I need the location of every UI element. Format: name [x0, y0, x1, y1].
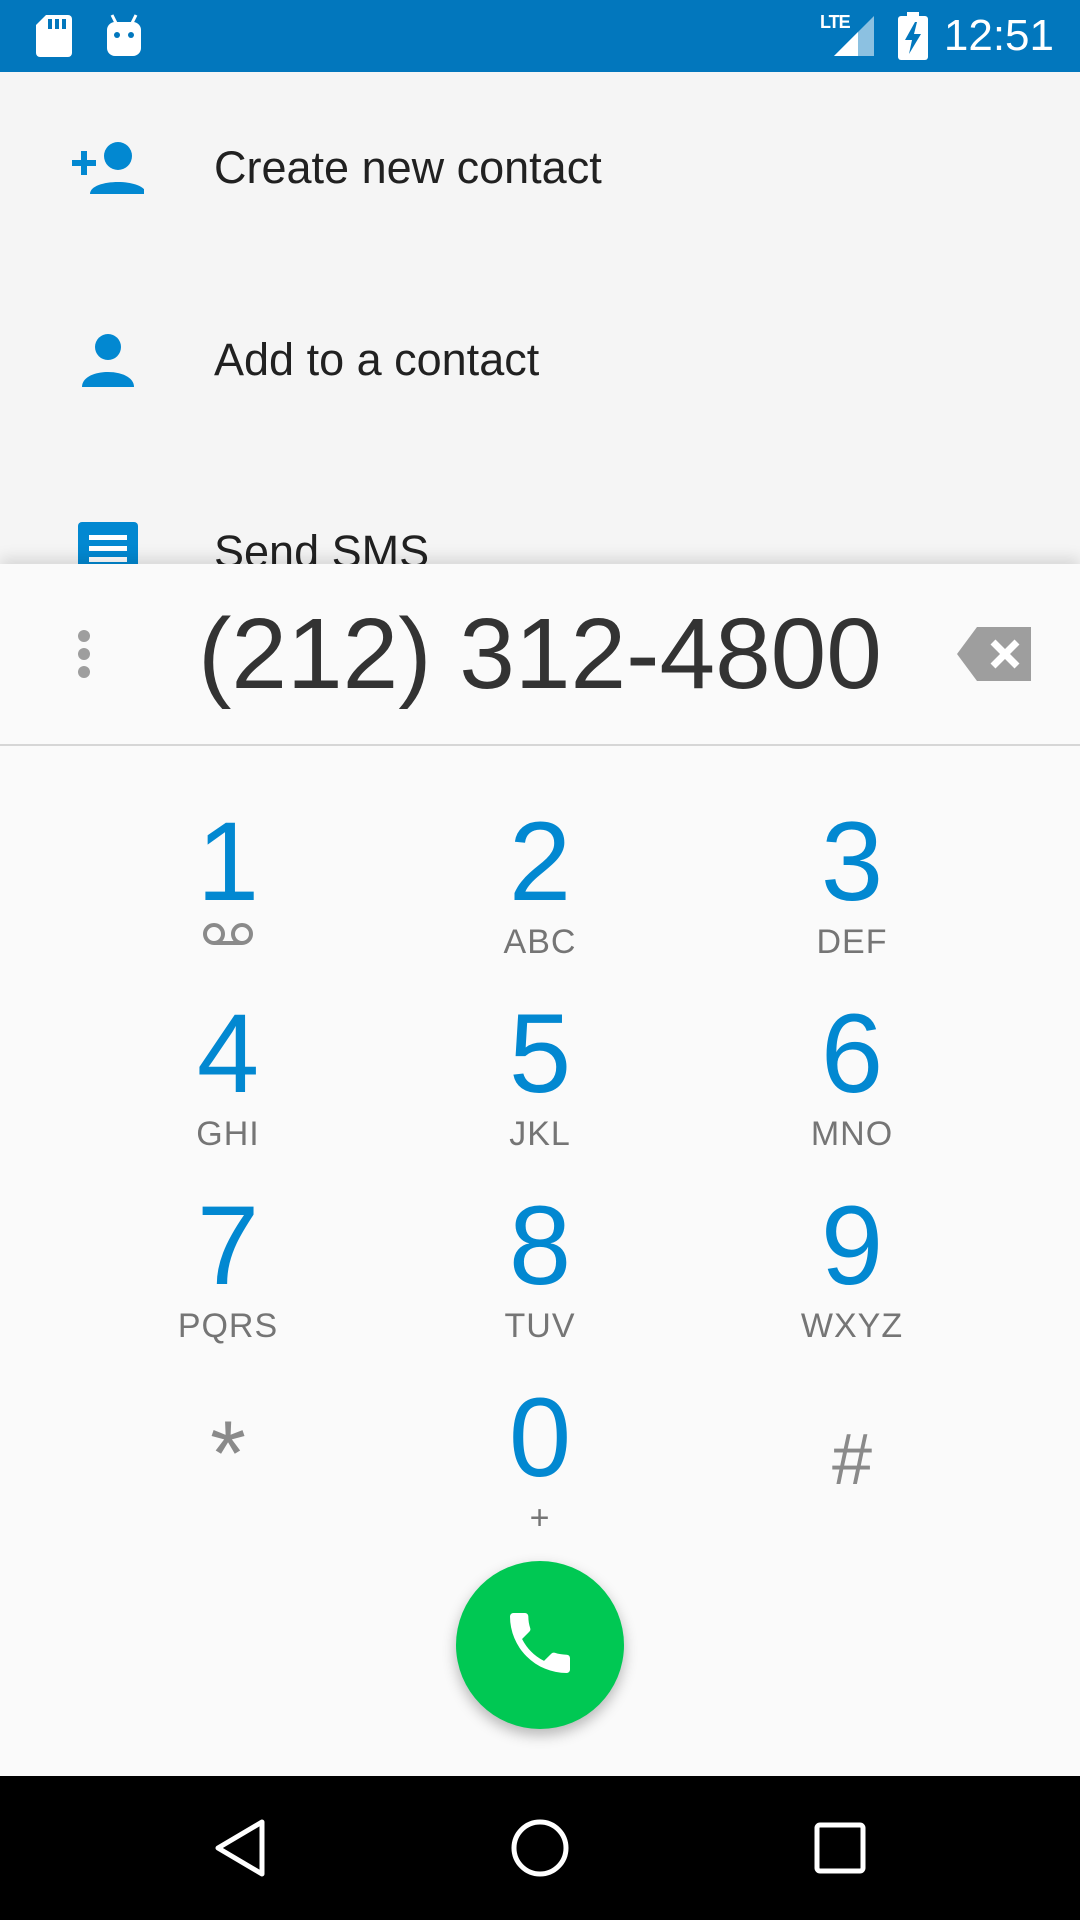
overflow-menu-icon[interactable] — [56, 624, 112, 684]
add-to-contact-item[interactable]: Add to a contact — [0, 264, 1080, 456]
key-digit: 5 — [508, 991, 572, 1116]
dialpad-key-pound[interactable]: # — [696, 1376, 1008, 1566]
key-digit: 6 — [820, 991, 884, 1116]
key-digit: 8 — [508, 1183, 572, 1308]
status-bar: LTE 12:51 — [0, 0, 1080, 72]
key-letters: ABC — [503, 923, 577, 961]
dialpad-key-5[interactable]: 5 JKL — [384, 992, 696, 1182]
dialpad-key-6[interactable]: 6 MNO — [696, 992, 1008, 1182]
key-letters: PQRS — [177, 1307, 279, 1345]
back-icon[interactable] — [200, 1808, 280, 1888]
key-letters: DEF — [816, 923, 888, 961]
key-letters: MNO — [810, 1115, 894, 1153]
key-digit: 1 — [196, 799, 260, 924]
key-letters: + — [529, 1499, 551, 1537]
digits-row: (212) 312-4800 — [0, 564, 1080, 746]
signal-strength-icon — [828, 12, 876, 60]
phone-icon — [500, 1603, 580, 1688]
dialpad-key-star[interactable]: * — [72, 1376, 384, 1566]
recents-icon[interactable] — [800, 1808, 880, 1888]
dialpad-key-3[interactable]: 3 DEF — [696, 800, 1008, 990]
key-letters: JKL — [509, 1115, 571, 1153]
key-letters: TUV — [504, 1307, 576, 1345]
create-new-contact-item[interactable]: Create new contact — [0, 72, 1080, 264]
create-new-contact-label: Create new contact — [214, 142, 602, 193]
android-debug-icon — [104, 12, 144, 60]
key-digit: 7 — [196, 1183, 260, 1308]
clock: 12:51 — [943, 11, 1054, 60]
key-digit: * — [210, 1403, 246, 1505]
dialed-number[interactable]: (212) 312-4800 — [150, 594, 930, 714]
dialpad-key-0[interactable]: 0 + — [384, 1376, 696, 1566]
battery-charging-icon — [898, 12, 928, 60]
backspace-icon[interactable] — [954, 624, 1034, 684]
navigation-bar — [0, 1776, 1080, 1920]
dialer-suggestions: Create new contact Add to a contact Send… — [0, 72, 1080, 564]
add-to-contact-label: Add to a contact — [214, 334, 540, 385]
home-icon[interactable] — [500, 1808, 580, 1888]
message-icon — [72, 516, 144, 564]
key-digit: 3 — [820, 799, 884, 924]
person-icon — [72, 324, 144, 396]
dialpad-key-2[interactable]: 2 ABC — [384, 800, 696, 990]
key-digit: 4 — [196, 991, 260, 1116]
key-digit: 2 — [508, 799, 572, 924]
dialpad-panel: (212) 312-4800 1 2 ABC 3 DEF 4 GHI 5 JKL… — [0, 564, 1080, 1776]
key-digit: # — [831, 1420, 873, 1500]
key-letters: GHI — [196, 1115, 260, 1153]
sd-card-icon — [34, 12, 74, 60]
key-letters: WXYZ — [800, 1307, 904, 1345]
dialpad-key-1[interactable]: 1 — [72, 800, 384, 990]
send-sms-item[interactable]: Send SMS — [0, 456, 1080, 564]
dialpad-key-7[interactable]: 7 PQRS — [72, 1184, 384, 1374]
voicemail-icon — [202, 922, 254, 951]
dialpad-key-8[interactable]: 8 TUV — [384, 1184, 696, 1374]
key-digit: 9 — [820, 1183, 884, 1308]
key-digit: 0 — [508, 1375, 572, 1500]
send-sms-label: Send SMS — [214, 526, 430, 564]
call-button[interactable] — [456, 1561, 624, 1729]
dialpad-key-9[interactable]: 9 WXYZ — [696, 1184, 1008, 1374]
person-add-icon — [72, 132, 144, 204]
dialpad-key-4[interactable]: 4 GHI — [72, 992, 384, 1182]
